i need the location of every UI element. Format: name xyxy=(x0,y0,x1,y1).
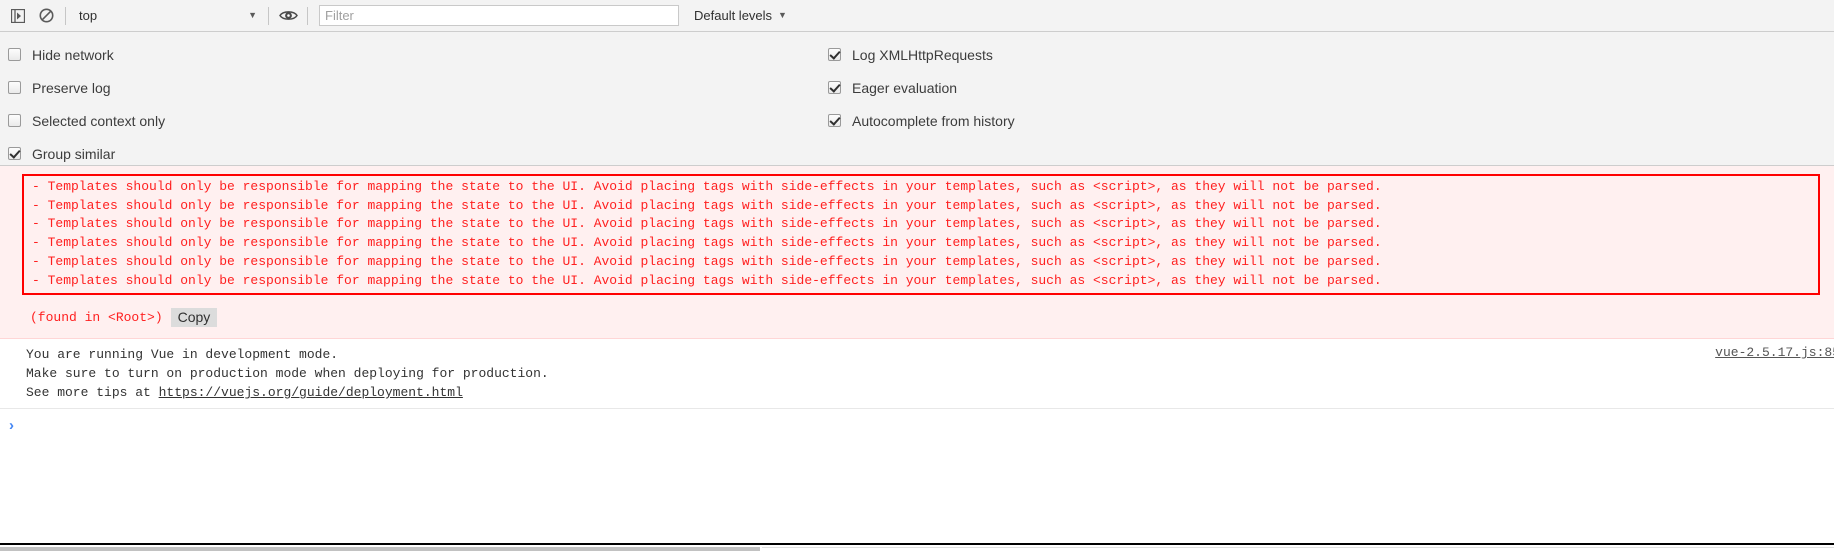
info-line-1: You are running Vue in development mode. xyxy=(26,347,339,363)
setting-preserve-log[interactable]: Preserve log xyxy=(8,71,165,104)
toolbar-divider-2 xyxy=(268,6,269,25)
info-line-3: See more tips at https://vuejs.org/guide… xyxy=(26,383,1834,402)
setting-hide-network[interactable]: Hide network xyxy=(8,38,165,71)
horizontal-scrollbar-thumb[interactable] xyxy=(0,547,760,551)
prompt-arrow-icon: › xyxy=(9,417,14,435)
setting-label: Hide network xyxy=(32,46,114,63)
checkbox-autocomplete-from-history[interactable] xyxy=(828,114,841,127)
checkbox-selected-context-only[interactable] xyxy=(8,114,21,127)
setting-label: Preserve log xyxy=(32,79,111,96)
setting-label: Eager evaluation xyxy=(852,79,958,96)
checkbox-group-similar[interactable] xyxy=(8,147,21,160)
toolbar-divider-3 xyxy=(307,6,308,25)
console-bottom-bar xyxy=(0,543,1834,551)
log-levels-select[interactable]: Default levels ▼ xyxy=(688,4,793,28)
console-toolbar: top ▼ Default levels ▼ xyxy=(0,0,1834,32)
chevron-down-icon: ▼ xyxy=(248,10,257,20)
console-error-line: - Templates should only be responsible f… xyxy=(32,216,1382,232)
horizontal-scrollbar-track[interactable] xyxy=(762,547,1834,551)
setting-label: Selected context only xyxy=(32,112,166,129)
clear-console-icon[interactable] xyxy=(32,3,60,29)
toolbar-divider-1 xyxy=(65,6,66,25)
filter-input[interactable] xyxy=(319,5,679,26)
checkbox-hide-network[interactable] xyxy=(8,48,21,61)
setting-log-xmlhttprequests[interactable]: Log XMLHttpRequests xyxy=(828,38,1015,71)
setting-label: Group similar xyxy=(32,145,116,162)
checkbox-log-xmlhttprequests[interactable] xyxy=(828,48,841,61)
eye-icon[interactable] xyxy=(274,3,302,29)
log-levels-label: Default levels xyxy=(694,8,773,23)
chevron-down-icon: ▼ xyxy=(778,10,787,20)
console-info-message: You are running Vue in development mode.… xyxy=(0,339,1834,410)
checkbox-eager-evaluation[interactable] xyxy=(828,81,841,94)
console-error-line: - Templates should only be responsible f… xyxy=(32,235,1382,251)
info-line-2: Make sure to turn on production mode whe… xyxy=(26,366,549,382)
found-in-label: (found in <Root>) xyxy=(30,310,163,326)
info-line-3-prefix: See more tips at xyxy=(26,385,159,401)
setting-label: Log XMLHttpRequests xyxy=(852,46,993,63)
console-prompt-row[interactable]: › xyxy=(0,409,1834,443)
error-footer-row: (found in <Root>) Copy xyxy=(30,307,1834,328)
console-error-line: - Templates should only be responsible f… xyxy=(32,253,1382,269)
console-prompt-input[interactable] xyxy=(20,418,1834,437)
vue-deployment-link[interactable]: https://vuejs.org/guide/deployment.html xyxy=(159,385,463,400)
console-error-line: - Templates should only be responsible f… xyxy=(32,197,1382,213)
checkbox-preserve-log[interactable] xyxy=(8,81,21,94)
settings-column-right: Log XMLHttpRequests Eager evaluation Aut… xyxy=(828,38,1015,137)
setting-label: Autocomplete from history xyxy=(852,112,1015,129)
setting-selected-context-only[interactable]: Selected context only xyxy=(8,104,165,137)
console-message-list: - Templates should only be responsible f… xyxy=(0,166,1834,551)
execution-context-value: top xyxy=(79,8,98,23)
copy-button[interactable]: Copy xyxy=(170,308,218,328)
setting-autocomplete-from-history[interactable]: Autocomplete from history xyxy=(828,104,1015,137)
console-error-line: - Templates should only be responsible f… xyxy=(32,179,1382,194)
console-settings-panel: Hide network Preserve log Selected conte… xyxy=(0,32,1834,166)
console-error-group: - Templates should only be responsible f… xyxy=(0,166,1834,340)
settings-column-left: Hide network Preserve log Selected conte… xyxy=(8,38,165,170)
sidebar-toggle-icon[interactable] xyxy=(4,3,32,29)
console-error-line: - Templates should only be responsible f… xyxy=(32,272,1382,288)
setting-eager-evaluation[interactable]: Eager evaluation xyxy=(828,71,1015,104)
error-highlight-box: - Templates should only be responsible f… xyxy=(22,174,1820,296)
execution-context-select[interactable]: top ▼ xyxy=(71,4,263,28)
source-location-link[interactable]: vue-2.5.17.js:85 xyxy=(1715,345,1834,360)
